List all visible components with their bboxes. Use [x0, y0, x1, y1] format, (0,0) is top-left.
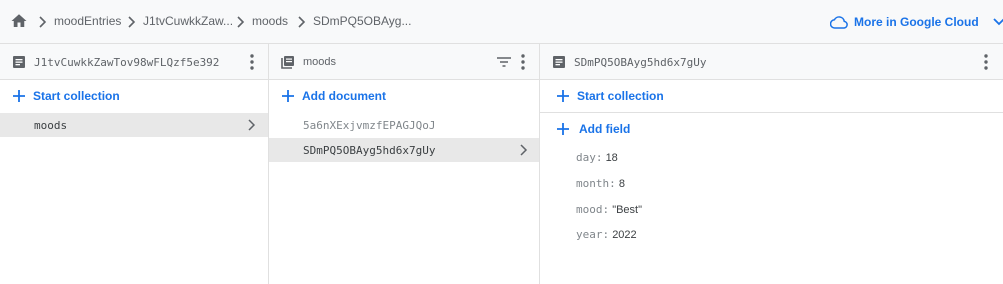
document-id: 5a6nXExjvmzfEPAGJQoJ [303, 119, 436, 132]
breadcrumb-item-current[interactable]: SDmPQ5OBAyg... [313, 14, 411, 28]
panel-title: J1tvCuwkkZawTov98wFLQzf5e392 [34, 56, 220, 69]
breadcrumb-item-document[interactable]: J1tvCuwkkZaw... [143, 14, 233, 28]
field-key: day: [576, 151, 603, 164]
chevron-right-icon [520, 144, 528, 156]
document-icon [13, 56, 25, 68]
panel-header: J1tvCuwkkZawTov98wFLQzf5e392 [0, 44, 268, 80]
start-collection-button[interactable]: Start collection [556, 86, 664, 106]
document-icon [553, 56, 565, 68]
field-value: 8 [618, 178, 625, 190]
panel-header: moods [269, 44, 539, 80]
panel-header: SDmPQ5OBAyg5hd6x7gUy [540, 44, 1003, 80]
field-row-mood[interactable]: mood: "Best" [576, 203, 642, 216]
section-divider [540, 112, 1003, 113]
field-key: month: [576, 177, 616, 190]
filter-icon[interactable] [496, 54, 512, 70]
breadcrumb: moodEntries J1tvCuwkkZaw... moods SDmPQ5… [0, 0, 1003, 44]
more-in-google-cloud-label: More in Google Cloud [854, 15, 979, 29]
start-collection-label: Start collection [33, 89, 120, 103]
panel-title: moods [303, 56, 337, 68]
panel-title: SDmPQ5OBAyg5hd6x7gUy [574, 56, 707, 69]
document-id: SDmPQ5OBAyg5hd6x7gUy [303, 144, 436, 157]
more-vert-icon[interactable] [983, 53, 989, 71]
collection-item-moods[interactable]: moods [0, 113, 268, 137]
plus-icon [557, 123, 569, 135]
document-item[interactable]: 5a6nXExjvmzfEPAGJQoJ [269, 113, 539, 137]
field-row-month[interactable]: month: 8 [576, 177, 625, 190]
plus-icon [282, 90, 294, 102]
field-row-year[interactable]: year: 2022 [576, 228, 637, 241]
chevron-right-icon [298, 16, 306, 28]
breadcrumb-item-collection[interactable]: moodEntries [54, 14, 121, 28]
start-collection-label: Start collection [577, 89, 664, 103]
more-vert-icon[interactable] [520, 53, 526, 71]
chevron-right-icon [39, 16, 47, 28]
document-panel: SDmPQ5OBAyg5hd6x7gUy Start collection Ad… [540, 44, 1003, 284]
breadcrumb-item-subcollection[interactable]: moods [252, 14, 288, 28]
field-value: 2022 [612, 229, 637, 241]
field-value: "Best" [612, 204, 643, 216]
chevron-right-icon [248, 119, 256, 131]
more-in-google-cloud-link[interactable]: More in Google Cloud [830, 12, 1003, 32]
document-item-selected[interactable]: SDmPQ5OBAyg5hd6x7gUy [269, 138, 539, 162]
field-value: 18 [605, 152, 618, 164]
collection-panel: moods Add document 5a6nXExjvmzfEPAGJQoJ … [269, 44, 540, 284]
plus-icon [13, 90, 25, 102]
chevron-right-icon [237, 16, 245, 28]
start-collection-button[interactable]: Start collection [12, 86, 120, 106]
field-key: mood: [576, 203, 610, 216]
more-vert-icon[interactable] [249, 53, 255, 71]
root-document-panel: J1tvCuwkkZawTov98wFLQzf5e392 Start colle… [0, 44, 269, 284]
field-row-day[interactable]: day: 18 [576, 151, 618, 164]
field-key: year: [576, 228, 610, 241]
add-field-label: Add field [579, 122, 631, 136]
add-field-button[interactable]: Add field [556, 119, 630, 139]
chevron-down-icon [993, 18, 1003, 26]
home-icon[interactable] [10, 12, 28, 30]
chevron-right-icon [128, 16, 136, 28]
plus-icon [557, 90, 569, 102]
add-document-button[interactable]: Add document [281, 86, 386, 106]
collection-name: moods [34, 119, 68, 132]
add-document-label: Add document [302, 89, 386, 103]
collection-icon [281, 56, 294, 69]
cloud-icon [830, 16, 848, 29]
